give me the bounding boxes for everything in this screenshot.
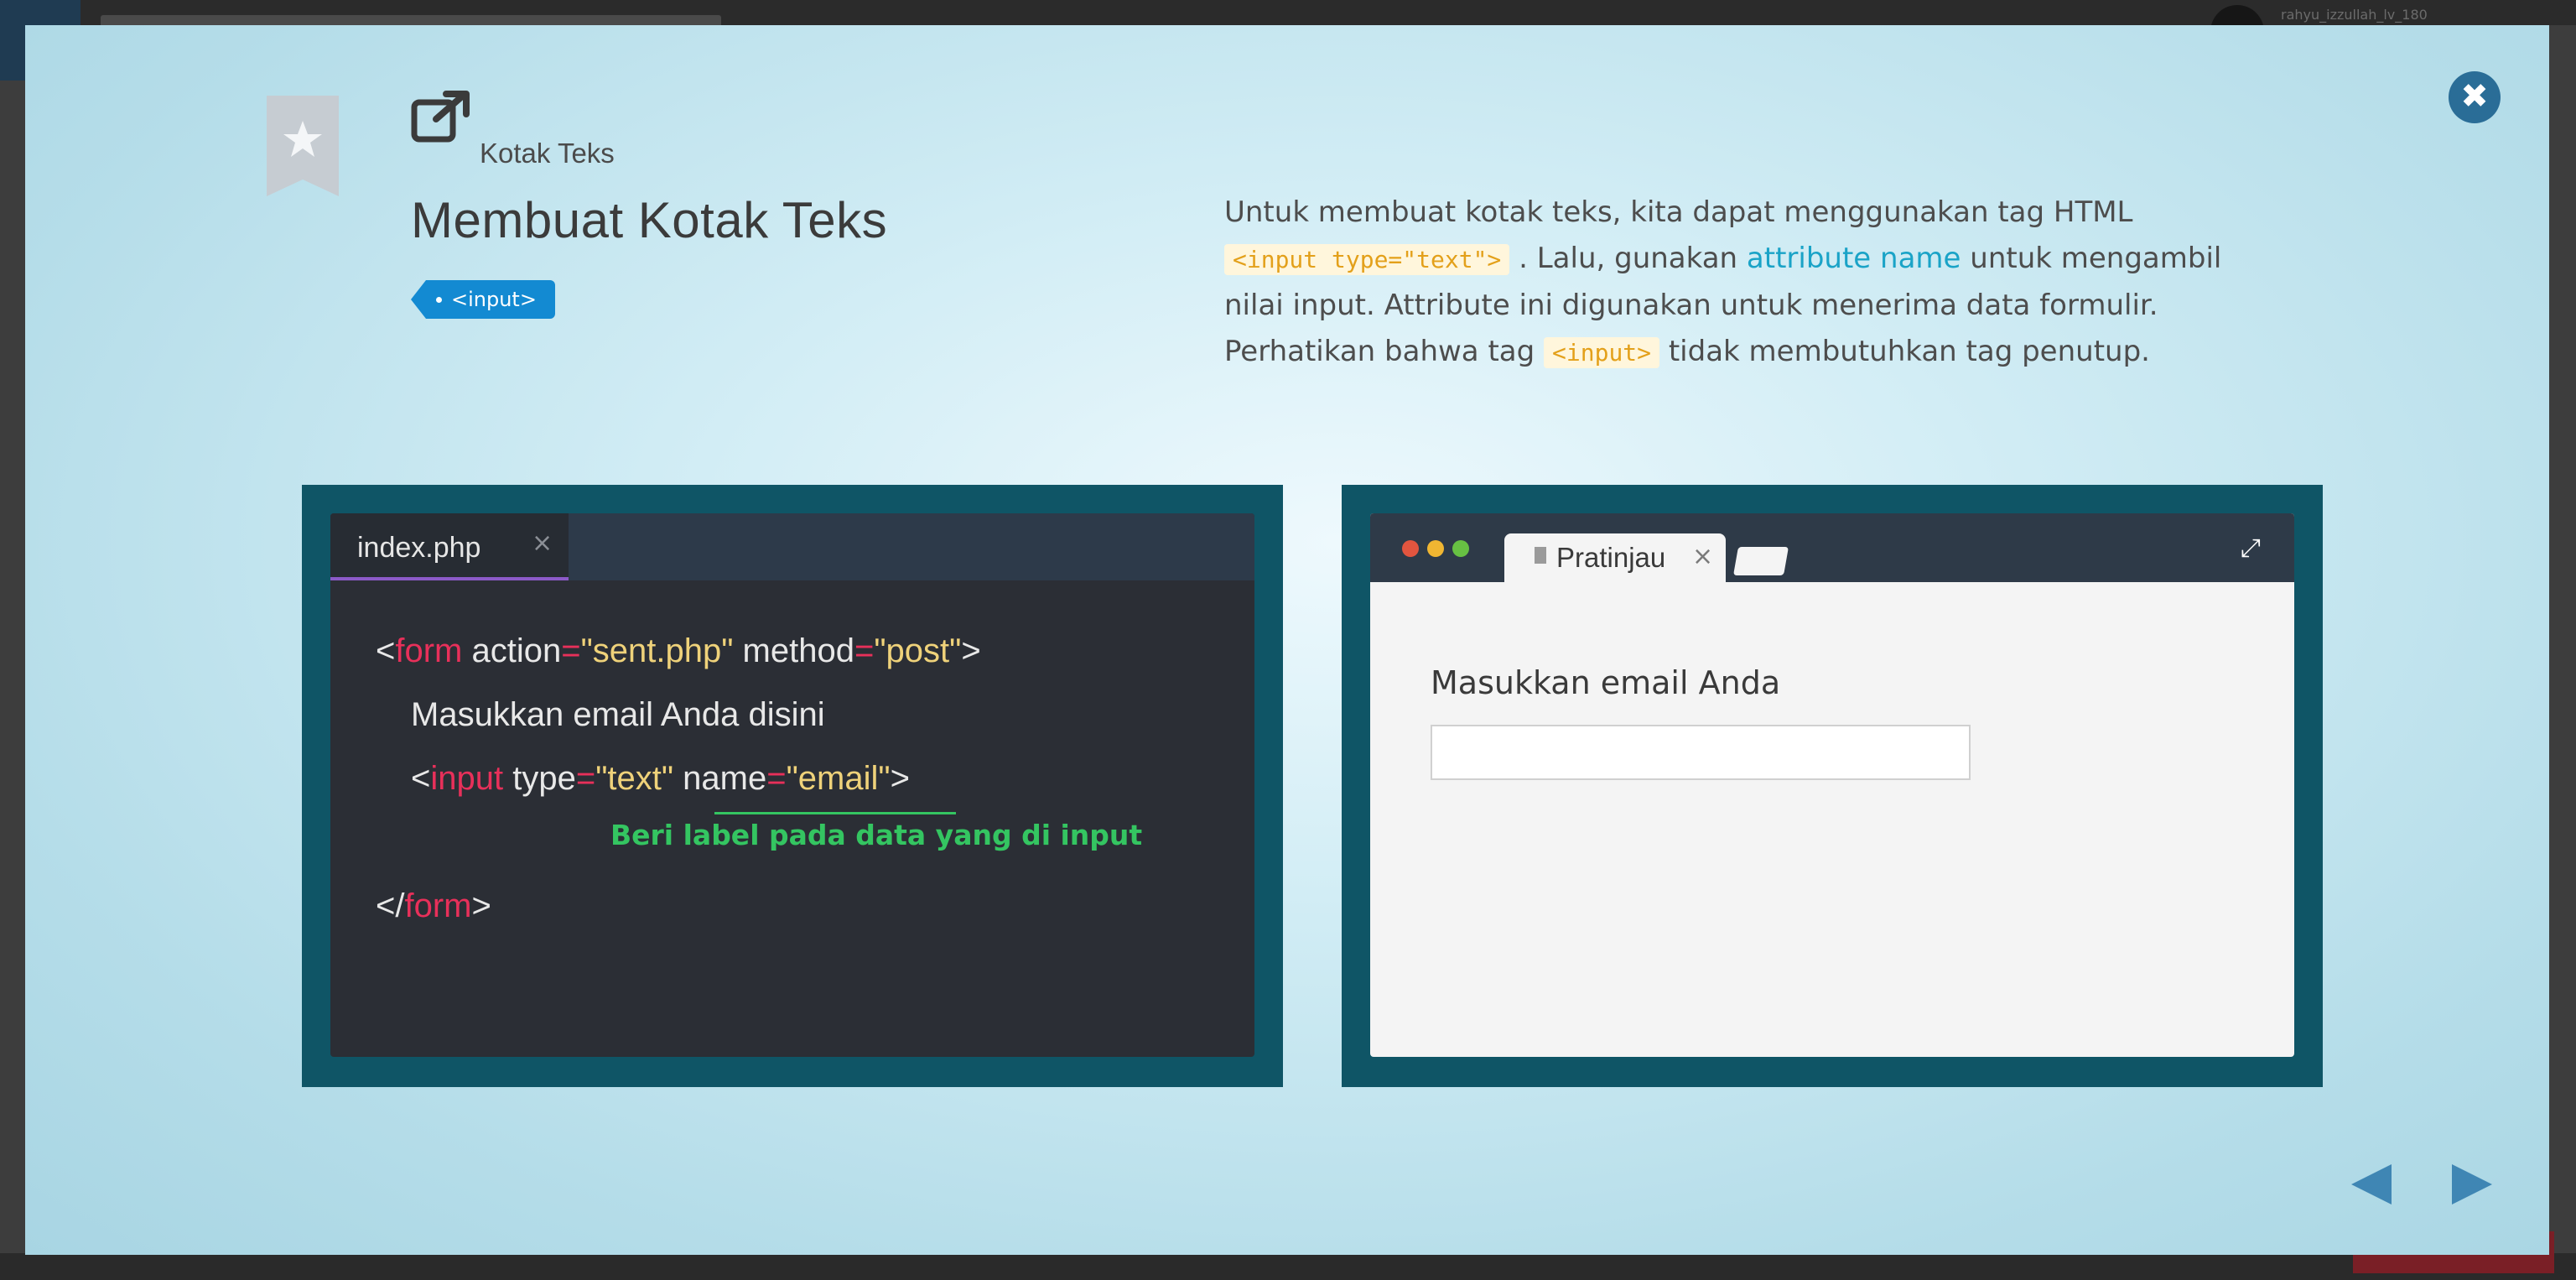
code-line-4: </form> bbox=[376, 887, 491, 924]
attribute-name-link[interactable]: attribute name bbox=[1747, 242, 1961, 275]
close-button[interactable]: ✖ bbox=[2449, 71, 2501, 123]
browser-preview: Pratinjau × ⤢ Masukkan email Anda bbox=[1370, 513, 2294, 1057]
preview-form-label: Masukkan email Anda bbox=[1431, 664, 1781, 701]
code-editor: index.php × <form action="sent.php" meth… bbox=[330, 513, 1254, 1057]
background-bottom-bar bbox=[0, 1253, 2576, 1280]
document-icon bbox=[1535, 547, 1546, 564]
preview-email-input[interactable] bbox=[1431, 725, 1971, 780]
desc-part-1: Untuk membuat kotak teks, kita dapat men… bbox=[1224, 195, 2133, 229]
editor-tab-bar: index.php × bbox=[330, 513, 1254, 580]
browser-bar: Pratinjau × ⤢ bbox=[1370, 513, 2294, 582]
inline-code-input-text: <input type="text"> bbox=[1224, 244, 1510, 275]
breadcrumb: Kotak Teks bbox=[480, 138, 615, 169]
code-line-1: <form action="sent.php" method="post"> bbox=[376, 632, 981, 669]
code-line-3: <input type="text" name="email"> bbox=[411, 760, 910, 797]
window-close-dot bbox=[1402, 540, 1419, 557]
page-title: Membuat Kotak Teks bbox=[411, 192, 888, 248]
inline-code-input: <input> bbox=[1544, 337, 1660, 368]
browser-tab-label: Pratinjau bbox=[1556, 542, 1666, 573]
browser-tab-close-icon[interactable]: × bbox=[1692, 542, 1713, 571]
bookmark-icon[interactable] bbox=[267, 96, 339, 196]
browser-tab-pratinjau[interactable]: Pratinjau × bbox=[1504, 533, 1726, 582]
code-line-2: Masukkan email Anda disini bbox=[411, 696, 825, 733]
external-link-icon bbox=[411, 91, 470, 143]
desc-part-2: . Lalu, gunakan bbox=[1519, 242, 1738, 275]
description-text: Untuk membuat kotak teks, kita dapat men… bbox=[1224, 190, 2281, 376]
code-annotation: Beri label pada data yang di input bbox=[610, 819, 1143, 851]
code-panel: index.php × <form action="sent.php" meth… bbox=[302, 485, 1283, 1087]
background-username: rahyu_izzullah_lv_180 bbox=[2281, 7, 2428, 23]
editor-tab-filename: index.php bbox=[357, 532, 481, 564]
next-arrow-icon[interactable] bbox=[2449, 1161, 2496, 1208]
editor-tab-index-php[interactable]: index.php × bbox=[330, 513, 569, 580]
window-minimize-dot bbox=[1427, 540, 1444, 557]
name-attribute-underline bbox=[714, 812, 956, 814]
new-tab-button[interactable] bbox=[1733, 547, 1789, 575]
lesson-modal: ✖ Kotak Teks Membuat Kotak Teks <input> … bbox=[25, 25, 2549, 1255]
editor-tab-close-icon[interactable]: × bbox=[532, 528, 553, 558]
desc-part-4: tidak membutuhkan tag penutup. bbox=[1668, 335, 2150, 368]
expand-icon[interactable]: ⤢ bbox=[2241, 533, 2261, 563]
close-icon: ✖ bbox=[2460, 77, 2489, 116]
tag-label: <input> bbox=[451, 288, 537, 311]
window-maximize-dot bbox=[1452, 540, 1469, 557]
tag-badge[interactable]: <input> bbox=[411, 280, 555, 319]
previous-arrow-icon[interactable] bbox=[2348, 1161, 2395, 1208]
preview-panel: Pratinjau × ⤢ Masukkan email Anda bbox=[1342, 485, 2323, 1087]
tag-dot bbox=[436, 297, 442, 303]
